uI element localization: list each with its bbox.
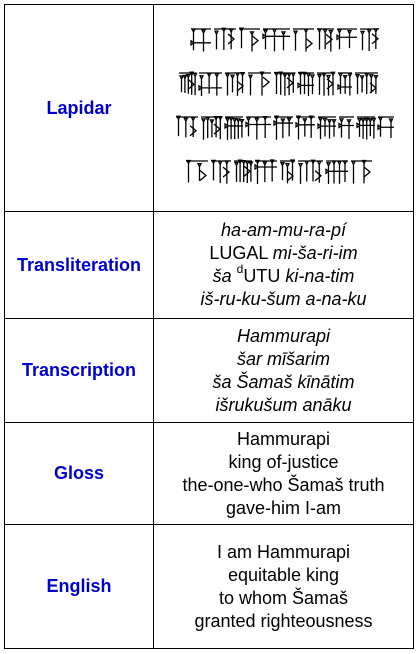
row-transliteration: Transliteration ha-am-mu-ra-pí LUGAL mi-š… <box>4 211 414 319</box>
text-segment: king of-justice <box>228 451 339 472</box>
text-line: iš-ru-ku-šum a-na-ku <box>154 288 413 311</box>
text-line: equitable king <box>154 564 413 587</box>
row-transcription: Transcription Hammurapi šar mīšarim ša Šam… <box>4 318 414 423</box>
cuneiform-image <box>153 4 414 212</box>
transliteration-text: ha-am-mu-ra-pí LUGAL mi-ša-ri-im ša dUTU k… <box>153 211 414 319</box>
text-segment: granted righteousness <box>194 610 373 631</box>
row-gloss: Gloss Hammurapi king of-justice the-one-wh… <box>4 422 414 525</box>
english-text: I am Hammurapi equitable king to whom Šama… <box>153 524 414 649</box>
text-segment: ša <box>212 266 237 286</box>
translation-table: Lapidar Transliteration ha-am-mu-ra-pí LU… <box>4 4 414 649</box>
cuneiform-glyphs <box>175 115 394 140</box>
text-line: king of-justice <box>154 451 413 474</box>
row-label-gloss: Gloss <box>4 422 154 525</box>
cuneiform-line <box>154 108 413 152</box>
text-line: ša Šamaš kīnātim <box>154 371 413 394</box>
text-segment: ša Šamaš kīnātim <box>212 371 355 392</box>
cuneiform-glyphs <box>189 27 379 52</box>
cuneiform-line <box>154 20 413 64</box>
cuneiform-glyphs <box>178 71 378 96</box>
text-segment: išrukušum anāku <box>215 394 352 415</box>
text-segment: d <box>236 262 244 276</box>
text-segment: Hammurapi <box>236 325 331 346</box>
row-label-english: English <box>4 524 154 649</box>
text-line: to whom Šamaš <box>154 587 413 610</box>
text-line: ha-am-mu-ra-pí <box>154 219 413 242</box>
row-label-transliteration: Transliteration <box>4 211 154 319</box>
row-label-lapidar: Lapidar <box>4 4 154 212</box>
text-segment: to whom Šamaš <box>218 587 349 608</box>
text-segment: ha-am-mu-ra-pí <box>220 220 347 240</box>
row-lapidar: Lapidar <box>4 4 414 212</box>
text-segment: UTU <box>243 266 286 286</box>
text-line: ša dUTU ki-na-tim <box>154 262 413 288</box>
text-segment: mi-ša-ri-im <box>272 243 358 263</box>
text-segment: iš-ru-ku-šum a-na-ku <box>200 289 367 309</box>
text-line: Hammurapi <box>154 325 413 348</box>
text-line: šar mīšarim <box>154 348 413 371</box>
text-segment: Hammurapi <box>236 428 331 449</box>
text-segment: LUGAL <box>209 243 273 263</box>
text-line: LUGAL mi-ša-ri-im <box>154 242 413 265</box>
cuneiform-line <box>154 152 413 196</box>
text-line: išrukušum anāku <box>154 394 413 417</box>
cuneiform-line <box>154 64 413 108</box>
cuneiform-glyphs <box>185 159 372 184</box>
transcription-text: Hammurapi šar mīšarim ša Šamaš kīnātim išru… <box>153 318 414 423</box>
text-segment: equitable king <box>227 564 340 585</box>
cuneiform-lines <box>154 20 413 196</box>
text-segment: gave-him I-am <box>225 497 342 518</box>
text-segment: the-one-who Šamaš truth <box>182 474 385 495</box>
text-line: granted righteousness <box>154 610 413 633</box>
row-label-transcription: Transcription <box>4 318 154 423</box>
text-line: gave-him I-am <box>154 497 413 520</box>
text-segment: ki-na-tim <box>285 266 355 286</box>
text-line: the-one-who Šamaš truth <box>154 474 413 497</box>
text-line: I am Hammurapi <box>154 541 413 564</box>
text-segment: šar mīšarim <box>237 348 330 369</box>
row-english: English I am Hammurapi equitable king to w… <box>4 524 414 649</box>
text-line: Hammurapi <box>154 428 413 451</box>
text-segment: I am Hammurapi <box>216 541 351 562</box>
gloss-text: Hammurapi king of-justice the-one-who Šama… <box>153 422 414 525</box>
